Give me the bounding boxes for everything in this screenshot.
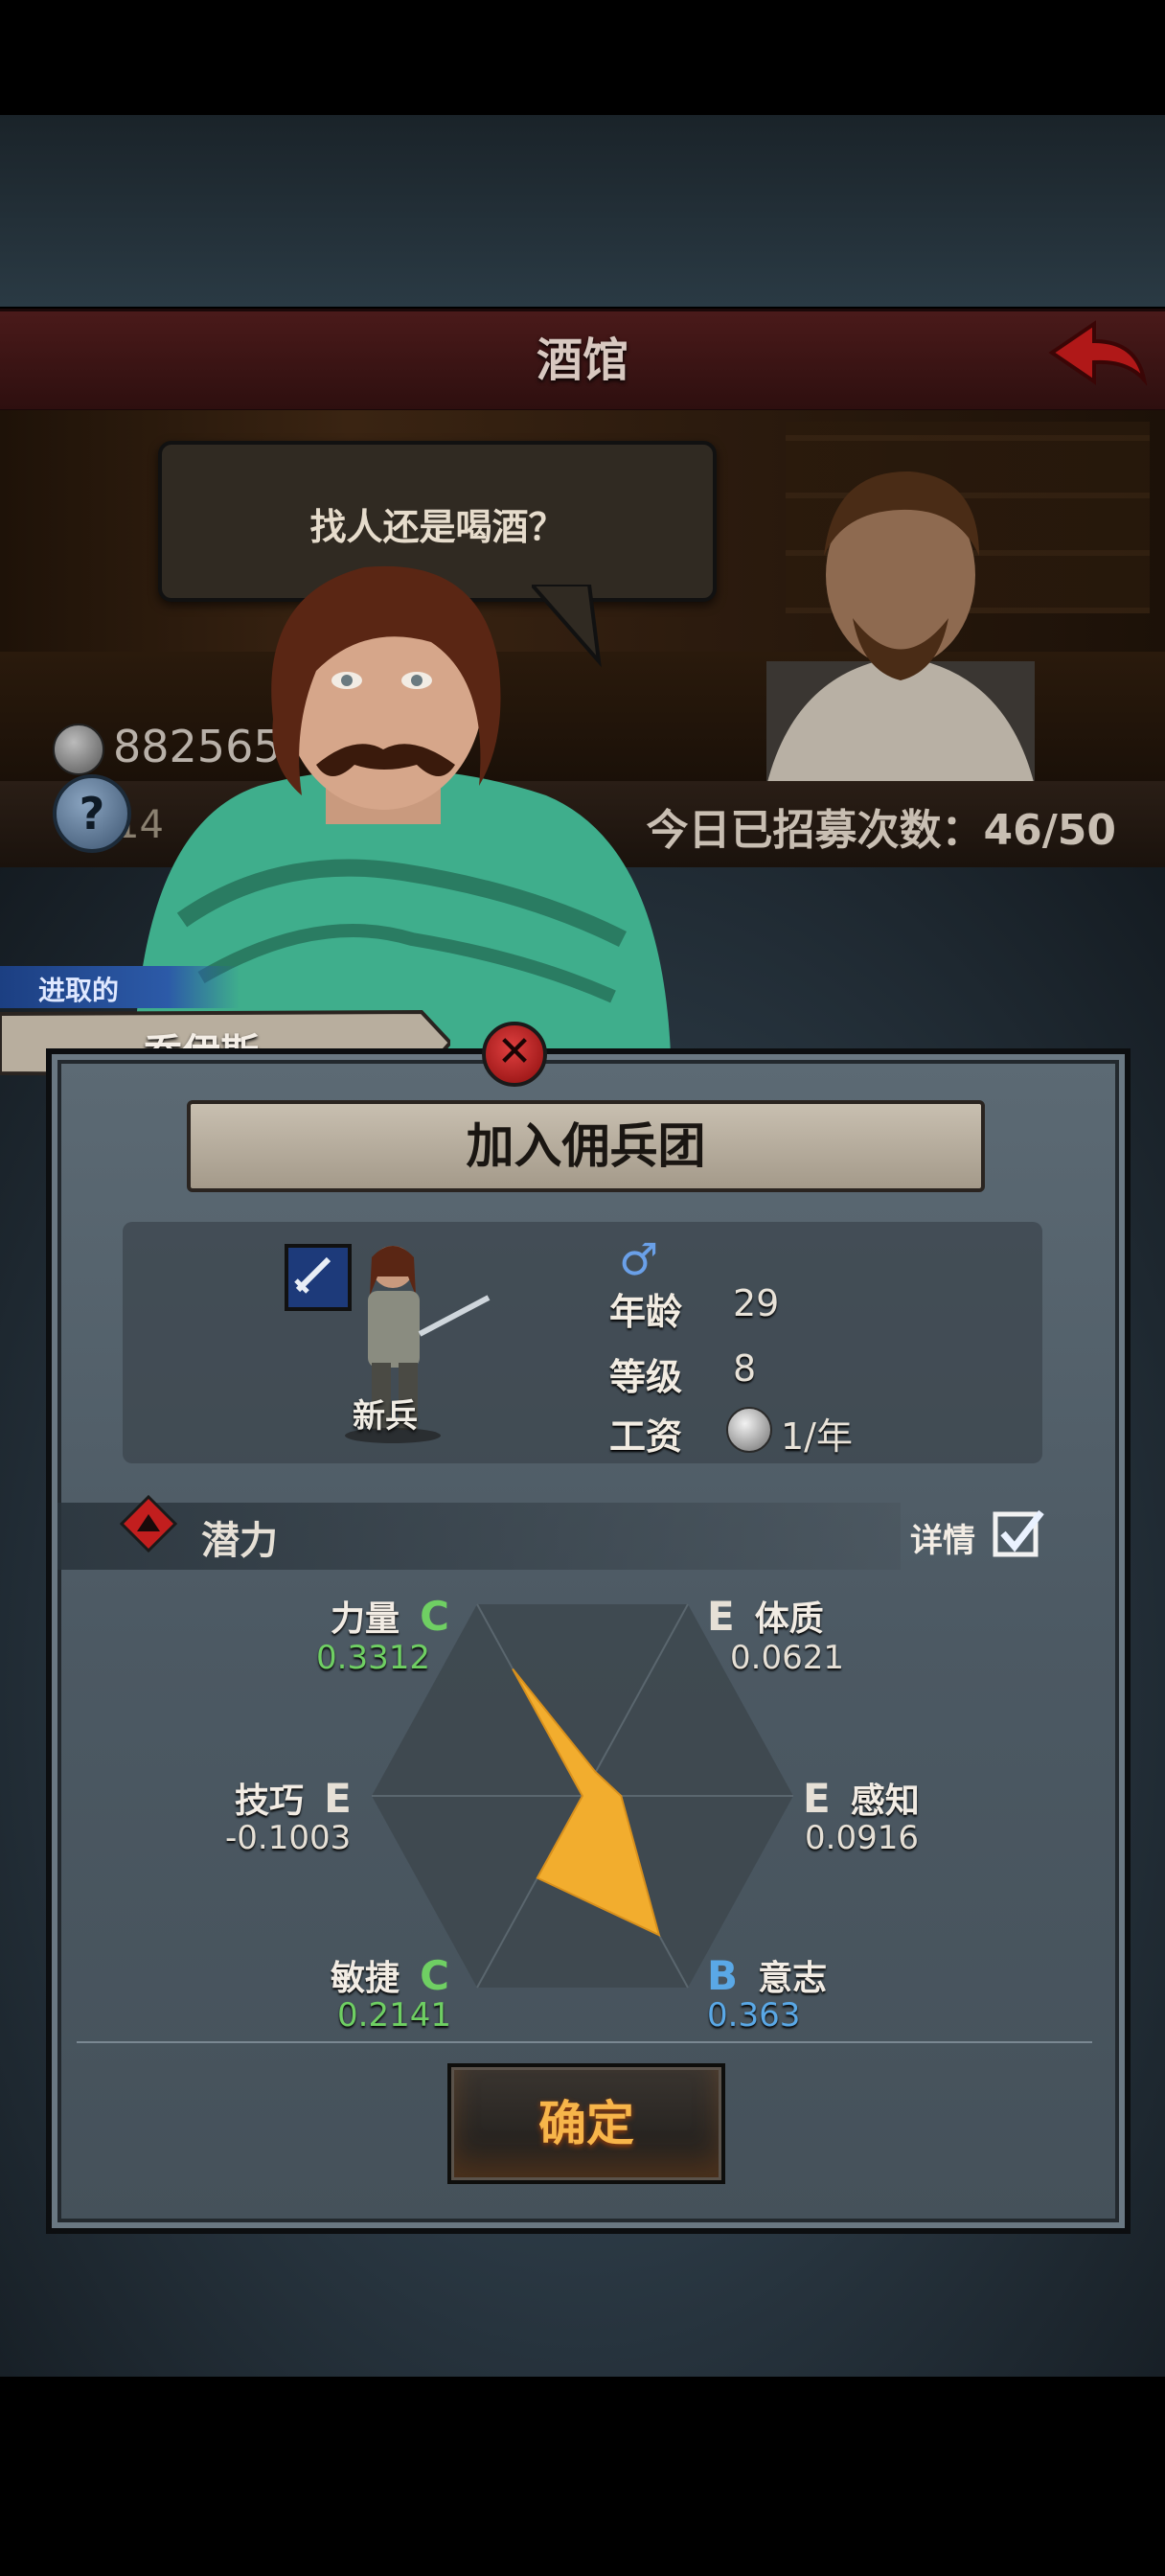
silver-coin-icon xyxy=(726,1407,772,1453)
trait-label: 进取的 xyxy=(38,975,120,1006)
attr-value: 0.0916 xyxy=(805,1819,919,1857)
attr-name: 体质 xyxy=(754,1599,824,1639)
header-bar: 酒馆 xyxy=(0,309,1165,412)
panel-title: 加入佣兵团 xyxy=(466,1118,706,1174)
attr-skill: 技巧 E xyxy=(235,1773,352,1823)
divider xyxy=(77,2041,1092,2043)
level-label: 等级 xyxy=(609,1356,683,1398)
attr-name: 意志 xyxy=(758,1959,828,1998)
level-value: 8 xyxy=(733,1347,757,1390)
age-value: 29 xyxy=(733,1282,780,1324)
confirm-button[interactable]: 确定 xyxy=(447,2063,725,2184)
attr-value: 0.3312 xyxy=(316,1639,430,1677)
close-button[interactable]: ✕ xyxy=(482,1022,547,1087)
sword-icon xyxy=(294,1256,331,1294)
confirm-label: 确定 xyxy=(538,2096,634,2151)
class-label: 新兵 xyxy=(353,1397,418,1436)
attr-grade: E xyxy=(803,1775,831,1822)
attr-strength: 力量 C xyxy=(331,1591,449,1641)
close-icon: ✕ xyxy=(496,1027,533,1076)
attr-value: 0.2141 xyxy=(337,1996,451,2035)
attr-constitution: E 体质 xyxy=(707,1591,824,1641)
age-label: 年龄 xyxy=(609,1291,683,1333)
panel-title-bar: 加入佣兵团 xyxy=(187,1100,985,1192)
background-top xyxy=(0,115,1165,307)
attr-willpower: B 意志 xyxy=(707,1950,827,2000)
attr-value: 0.363 xyxy=(707,1996,801,2035)
attr-name: 感知 xyxy=(850,1782,920,1821)
attr-name: 技巧 xyxy=(235,1782,305,1821)
attr-grade: E xyxy=(707,1593,735,1640)
potential-label: 潜力 xyxy=(201,1519,278,1563)
trait-tag xyxy=(0,966,240,1008)
attr-name: 敏捷 xyxy=(331,1959,400,1998)
attr-perception: E 感知 xyxy=(803,1773,920,1823)
mercenary-info-box xyxy=(123,1222,1042,1463)
back-arrow-icon xyxy=(1048,320,1148,386)
potential-icon xyxy=(120,1495,177,1552)
help-button[interactable]: ? xyxy=(53,774,131,853)
attr-grade: E xyxy=(324,1775,352,1822)
class-badge xyxy=(285,1244,352,1311)
attr-value: 0.0621 xyxy=(730,1639,844,1677)
silver-coin-icon xyxy=(53,724,104,775)
attr-agility: 敏捷 C xyxy=(331,1950,449,2000)
back-button[interactable] xyxy=(1044,316,1150,393)
tavern-keeper-figure xyxy=(766,471,1035,786)
details-label: 详情 xyxy=(910,1522,975,1560)
page-title: 酒馆 xyxy=(536,334,628,387)
attr-grade: C xyxy=(420,1593,449,1640)
attr-grade: C xyxy=(420,1952,449,1999)
wage-label: 工资 xyxy=(609,1415,683,1458)
attr-name: 力量 xyxy=(331,1599,400,1639)
details-checkbox[interactable] xyxy=(992,1506,1045,1560)
male-symbol-icon: ♂ xyxy=(619,1233,659,1285)
attr-grade: B xyxy=(707,1952,739,1999)
attr-value: -0.1003 xyxy=(225,1819,352,1857)
question-mark-icon: ? xyxy=(79,788,105,840)
potential-header xyxy=(57,1503,901,1570)
wage-value: 1/年 xyxy=(781,1415,853,1458)
